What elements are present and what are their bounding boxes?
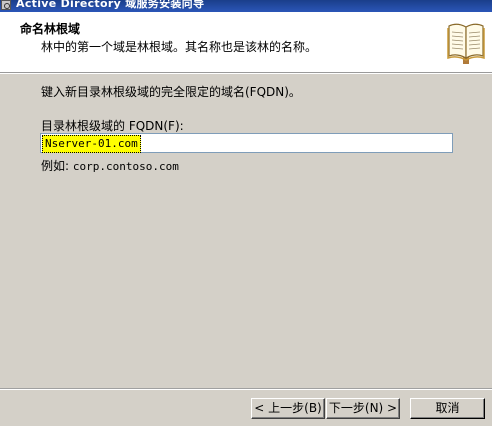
page-title: 命名林根域 bbox=[20, 22, 81, 36]
example-value: corp.contoso.com bbox=[72, 160, 179, 173]
open-book-icon bbox=[447, 23, 485, 64]
next-button[interactable]: 下一步(N) > bbox=[326, 398, 400, 419]
instruction-text: 键入新目录林根级域的完全限定的域名(FQDN)。 bbox=[41, 85, 301, 99]
example-text: 例如: corp.contoso.com bbox=[41, 157, 179, 174]
window-title: Active Directory 域服务安装向导 bbox=[16, 0, 205, 10]
header-divider bbox=[0, 73, 492, 74]
example-prefix: 例如: bbox=[41, 159, 70, 173]
page-subtitle: 林中的第一个域是林根域。其名称也是该林的名称。 bbox=[41, 40, 318, 54]
back-button[interactable]: < 上一步(B) bbox=[251, 398, 325, 419]
cancel-button[interactable]: 取消 bbox=[410, 398, 485, 419]
fqdn-label: 目录林根级域的 FQDN(F): bbox=[41, 119, 184, 133]
window-icon[interactable] bbox=[1, 0, 11, 10]
fqdn-input[interactable] bbox=[40, 133, 453, 153]
title-bar[interactable]: Active Directory 域服务安装向导 bbox=[0, 0, 492, 12]
wizard-header: 命名林根域 林中的第一个域是林根域。其名称也是该林的名称。 bbox=[0, 12, 492, 73]
